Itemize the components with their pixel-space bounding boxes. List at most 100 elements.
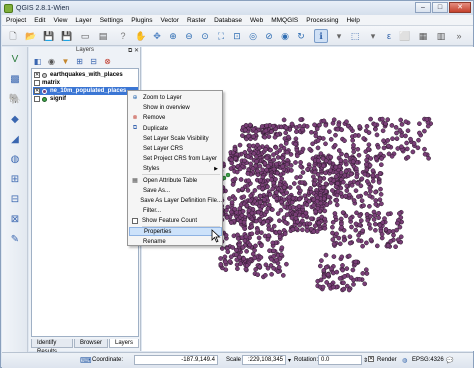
menu-web[interactable]: Web xyxy=(246,17,267,24)
menu-item-save-layer-definition[interactable]: Save As Layer Definition File... xyxy=(129,196,222,205)
place-point xyxy=(266,226,272,232)
menu-item-rename[interactable]: Rename xyxy=(129,237,222,246)
menu-item-remove[interactable]: ⊗ Remove xyxy=(129,113,222,122)
menu-project[interactable]: Project xyxy=(2,17,30,24)
layer-row-earthquakes[interactable]: ✕ earthquakes_with_places xyxy=(34,71,123,79)
layer-visibility-checkbox[interactable]: ✕ xyxy=(34,88,40,94)
zoom-in-icon[interactable]: ⊕ xyxy=(166,29,180,43)
layer-visibility-checkbox[interactable] xyxy=(34,96,40,102)
place-point xyxy=(249,210,255,216)
identify-icon[interactable]: ℹ xyxy=(314,29,328,43)
save-project-icon[interactable]: 💾 xyxy=(42,29,56,43)
panel-float-close-buttons[interactable]: ⧉ ✕ xyxy=(128,47,139,55)
add-postgis-layer-icon[interactable]: 🐘 xyxy=(7,91,23,107)
menu-item-set-layer-crs[interactable]: Set Layer CRS xyxy=(129,144,222,153)
layer-row-matrix[interactable]: matrix xyxy=(34,79,60,87)
add-delimited-text-icon[interactable]: ✎ xyxy=(7,231,23,247)
save-as-icon[interactable]: 💾 xyxy=(60,29,74,43)
zoom-next-icon[interactable]: ◉ xyxy=(278,29,292,43)
select-dropdown-icon[interactable]: ▾ xyxy=(366,29,380,43)
menu-help[interactable]: Help xyxy=(342,17,363,24)
menu-item-duplicate[interactable]: ⧉ Duplicate xyxy=(129,124,222,133)
menu-settings[interactable]: Settings xyxy=(96,17,128,24)
select-by-expression-icon[interactable]: ε xyxy=(382,29,396,43)
menu-edit[interactable]: Edit xyxy=(30,17,49,24)
menu-item-save-as[interactable]: Save As... xyxy=(129,186,222,195)
menu-vector[interactable]: Vector xyxy=(157,17,183,24)
zoom-last-icon[interactable]: ⊘ xyxy=(262,29,276,43)
composer-manager-icon[interactable]: ▤ xyxy=(96,29,110,43)
add-wcs-layer-icon[interactable]: ⊟ xyxy=(7,191,23,207)
menu-processing[interactable]: Processing xyxy=(302,17,342,24)
identify-dropdown-icon[interactable]: ▾ xyxy=(332,29,346,43)
rotation-field[interactable]: 0.0 xyxy=(318,355,362,365)
pan-to-selection-icon[interactable]: ✥ xyxy=(150,29,164,43)
manage-visibility-icon[interactable]: ◉ xyxy=(45,56,58,66)
add-group-icon[interactable]: ◧ xyxy=(31,56,44,66)
remove-layer-icon[interactable]: ⊗ xyxy=(101,56,114,66)
zoom-full-icon[interactable]: ⛶ xyxy=(214,29,228,43)
expand-all-icon[interactable]: ⊞ xyxy=(73,56,86,66)
place-point xyxy=(367,185,373,191)
layer-row-populated-places[interactable]: ✕ ne_10m_populated_places xyxy=(33,87,138,95)
coordinate-field[interactable]: -187.9,149.4 xyxy=(134,355,218,365)
filter-legend-icon[interactable]: ▼ xyxy=(59,56,72,66)
message-log-icon[interactable]: 💬 xyxy=(446,357,453,364)
layer-row-signif[interactable]: signif xyxy=(34,95,66,103)
refresh-icon[interactable]: ↻ xyxy=(294,29,308,43)
new-project-icon[interactable]: 🗋 xyxy=(6,29,20,43)
scale-dropdown-icon[interactable]: ▾ xyxy=(288,357,291,364)
zoom-to-selection-icon[interactable]: ⊡ xyxy=(230,29,244,43)
deselect-icon[interactable]: ⬜ xyxy=(398,29,412,43)
add-wms-layer-icon[interactable]: ⊞ xyxy=(7,171,23,187)
crs-globe-icon[interactable]: ◍ xyxy=(402,357,407,364)
menu-item-open-attribute-table[interactable]: ▦ Open Attribute Table xyxy=(129,176,222,185)
feature-count-checkbox[interactable] xyxy=(132,217,138,224)
zoom-native-icon[interactable]: ⊙ xyxy=(198,29,212,43)
tab-browser[interactable]: Browser xyxy=(73,339,108,348)
collapse-all-icon[interactable]: ⊟ xyxy=(87,56,100,66)
add-wfs-layer-icon[interactable]: ⊠ xyxy=(7,211,23,227)
zoom-out-icon[interactable]: ⊖ xyxy=(182,29,196,43)
add-vector-layer-icon[interactable]: V xyxy=(7,51,23,67)
layer-visibility-checkbox[interactable] xyxy=(34,80,40,86)
scale-field[interactable]: :229,108,345 xyxy=(242,355,286,365)
select-features-icon[interactable]: ⬚ xyxy=(348,29,362,43)
menu-item-set-project-crs[interactable]: Set Project CRS from Layer xyxy=(129,154,222,163)
place-point xyxy=(242,158,247,164)
menu-item-styles[interactable]: Styles ▶ xyxy=(129,164,222,173)
menu-item-filter[interactable]: Filter... xyxy=(129,206,222,215)
menu-database[interactable]: Database xyxy=(210,17,246,24)
tab-layers[interactable]: Layers xyxy=(108,339,139,348)
menu-plugins[interactable]: Plugins xyxy=(127,17,156,24)
render-checkbox[interactable]: ✕ xyxy=(368,356,376,363)
pan-map-icon[interactable]: ✋ xyxy=(134,29,148,43)
menu-raster[interactable]: Raster xyxy=(183,17,210,24)
tab-identify-results[interactable]: Identify Results xyxy=(31,339,73,355)
add-spatialite-layer-icon[interactable]: ◆ xyxy=(7,111,23,127)
menu-layer[interactable]: Layer xyxy=(71,17,95,24)
menu-item-zoom-to-layer[interactable]: ⊕ Zoom to Layer xyxy=(129,93,222,102)
menu-item-show-in-overview[interactable]: Show in overview xyxy=(129,103,222,112)
layer-visibility-checkbox[interactable]: ✕ xyxy=(34,72,40,78)
attribute-table-icon[interactable]: ▦ xyxy=(416,29,430,43)
maximize-button[interactable]: □ xyxy=(432,2,448,13)
close-button[interactable]: ✕ xyxy=(449,2,471,13)
field-calculator-icon[interactable]: ▥ xyxy=(434,29,448,43)
menu-mmqgis[interactable]: MMQGIS xyxy=(267,17,302,24)
coordinate-toggle-icon[interactable]: ⌨ xyxy=(80,356,92,365)
print-composer-icon[interactable]: ▭ xyxy=(78,29,92,43)
add-raster-layer-icon[interactable]: ▩ xyxy=(7,71,23,87)
help-icon[interactable]: ? xyxy=(116,29,130,43)
menu-item-properties[interactable]: Properties xyxy=(129,227,222,236)
open-project-icon[interactable]: 📂 xyxy=(24,29,38,43)
crs-status[interactable]: EPSG:4326 xyxy=(412,357,444,363)
minimize-button[interactable]: – xyxy=(415,2,431,13)
zoom-to-layer-icon[interactable]: ◎ xyxy=(246,29,260,43)
toolbar-overflow-icon[interactable]: » xyxy=(452,29,466,43)
menu-item-show-feature-count[interactable]: Show Feature Count xyxy=(129,216,222,225)
menu-view[interactable]: View xyxy=(49,17,71,24)
add-mssql-layer-icon[interactable]: ◢ xyxy=(7,131,23,147)
menu-item-scale-visibility[interactable]: Set Layer Scale Visibility xyxy=(129,134,222,143)
add-oracle-layer-icon[interactable]: ◍ xyxy=(7,151,23,167)
